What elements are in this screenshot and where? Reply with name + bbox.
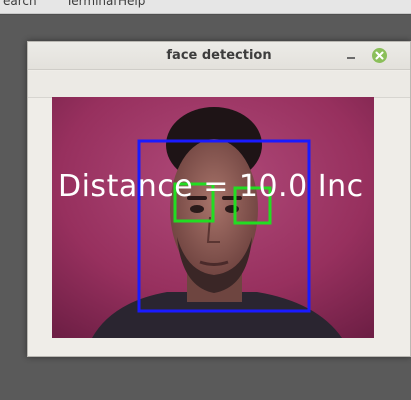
- distance-overlay-text: Distance = 10.0 Inc: [58, 169, 364, 204]
- background-menubar: earch Terminal Help: [0, 0, 411, 14]
- camera-image: [52, 97, 374, 338]
- face-detection-window: face detection Distance = 10.0 Inc: [27, 41, 411, 357]
- minimize-icon: [347, 57, 355, 59]
- camera-frame: Distance = 10.0 Inc: [52, 97, 374, 338]
- window-toolbar: [28, 71, 410, 98]
- close-icon: [375, 51, 384, 60]
- menu-search[interactable]: earch: [3, 0, 37, 8]
- window-titlebar[interactable]: face detection: [28, 42, 410, 70]
- menu-terminal[interactable]: Terminal: [66, 0, 117, 8]
- minimize-button[interactable]: [343, 48, 359, 64]
- close-button[interactable]: [372, 48, 387, 63]
- menu-help[interactable]: Help: [118, 0, 145, 8]
